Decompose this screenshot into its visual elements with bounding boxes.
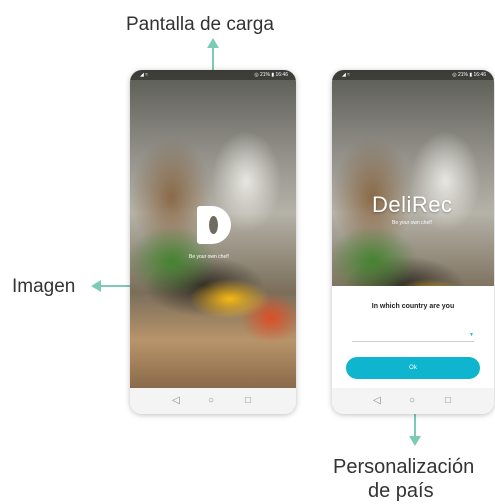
home-icon[interactable]: ○: [409, 395, 415, 407]
country-customization-label-line1: Personalización: [333, 456, 475, 478]
image-arrow-head: [91, 280, 101, 292]
android-nav-bar: ◁ ○ □: [130, 388, 296, 414]
brand-tagline: Be your own chef!: [392, 220, 433, 226]
dropdown-caret-icon[interactable]: ▼: [469, 332, 474, 338]
status-signal: ◢ ≈: [342, 72, 350, 78]
loading-screen-label: Pantalla de carga: [126, 14, 274, 35]
country-customization-label-line2: de país: [368, 480, 434, 502]
delirec-d-logo-icon: [197, 206, 231, 244]
loading-screen-arrow-head: [207, 38, 219, 48]
status-bar: ◢ ≈ ◎ 21% ▮ 16:46: [130, 70, 296, 80]
splash-background-image: ◢ ≈ ◎ 21% ▮ 16:46 Be your own chef!: [130, 70, 296, 388]
country-select[interactable]: [352, 341, 474, 342]
back-icon[interactable]: ◁: [373, 395, 381, 407]
phone-country-screen: ◢ ≈ ◎ 21% ▮ 16:46 DeliRec Be your own ch…: [332, 70, 494, 414]
image-label: Imagen: [12, 276, 76, 297]
home-icon[interactable]: ○: [208, 395, 214, 407]
status-battery-time: ◎ 21% ▮ 16:46: [254, 72, 288, 78]
android-nav-bar: ◁ ○ □: [332, 388, 494, 414]
back-icon[interactable]: ◁: [172, 395, 180, 407]
recents-icon[interactable]: □: [245, 395, 251, 407]
country-arrow-head: [409, 436, 421, 446]
ok-button[interactable]: Ok: [346, 357, 480, 379]
phone-splash-screen: ◢ ≈ ◎ 21% ▮ 16:46 Be your own chef! ◁ ○ …: [130, 70, 296, 414]
status-signal: ◢ ≈: [140, 72, 148, 78]
status-battery-time: ◎ 21% ▮ 16:46: [452, 72, 486, 78]
splash-tagline: Be your own chef!: [189, 254, 230, 260]
recents-icon[interactable]: □: [445, 395, 451, 407]
country-question: In which country are you: [371, 303, 455, 310]
country-panel: In which country are you ▼ Ok: [332, 286, 494, 388]
brand-logo: DeliRec: [372, 192, 453, 217]
image-arrow-line: [100, 285, 134, 287]
status-bar: ◢ ≈ ◎ 21% ▮ 16:46: [332, 70, 494, 80]
country-background-image: ◢ ≈ ◎ 21% ▮ 16:46 DeliRec Be your own ch…: [332, 70, 494, 388]
